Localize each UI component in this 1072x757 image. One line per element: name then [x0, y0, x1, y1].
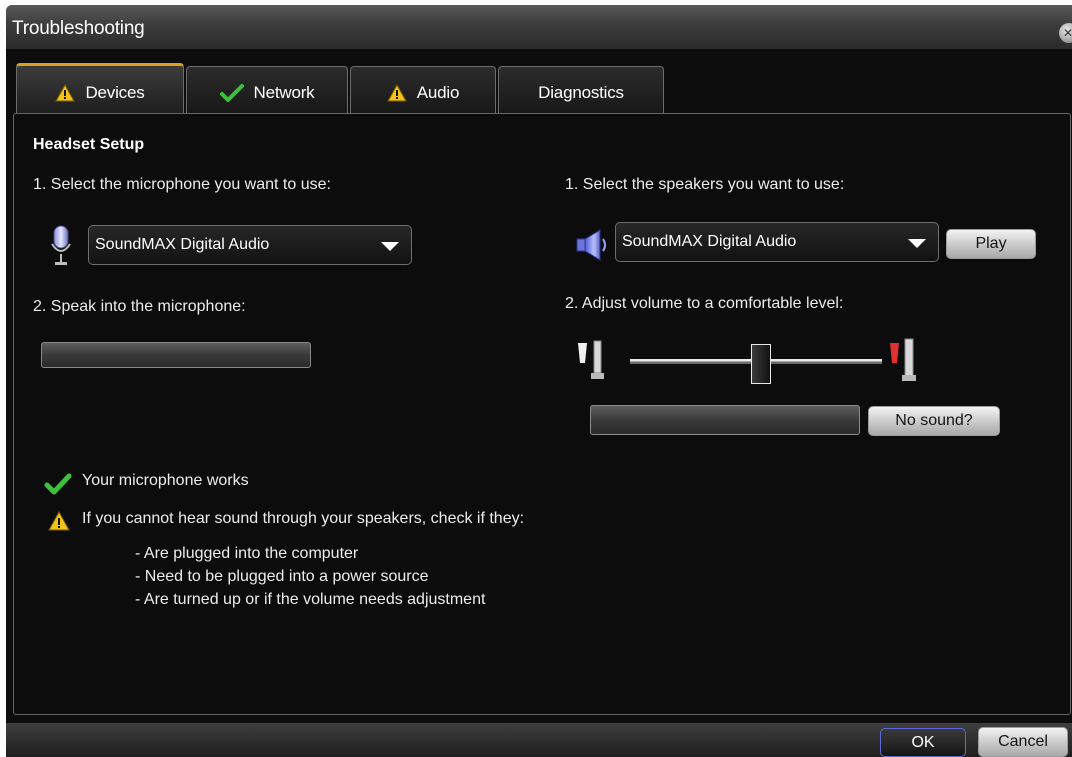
volume-low-icon [578, 340, 604, 379]
tab-audio[interactable]: Audio [350, 66, 496, 118]
speak-into-mic-label: 2. Speak into the microphone: [33, 298, 246, 315]
microphone-dropdown[interactable]: SoundMAX Digital Audio [88, 225, 412, 265]
speakers-selected-value: SoundMAX Digital Audio [622, 233, 797, 250]
tab-label: Network [253, 82, 315, 102]
checklist-item: - Need to be plugged into a power source [135, 568, 429, 585]
troubleshoot-checklist: - Are plugged into the computer - Need t… [135, 542, 485, 611]
checklist-item: - Are turned up or if the volume needs a… [135, 591, 486, 608]
speakers-dropdown[interactable]: SoundMAX Digital Audio [615, 222, 939, 262]
warning-icon [55, 83, 76, 101]
section-title: Headset Setup [33, 136, 145, 153]
title-bar[interactable]: Troubleshooting ✕ [6, 5, 1072, 49]
microphone-works-message: Your microphone works [82, 472, 249, 489]
ok-button[interactable]: OK [880, 728, 966, 757]
tab-label: Devices [85, 82, 145, 102]
tab-label: Diagnostics [538, 82, 624, 102]
speaker-warning-message: If you cannot hear sound through your sp… [82, 510, 525, 527]
chevron-down-icon [381, 242, 399, 251]
warning-icon [386, 83, 407, 101]
warning-icon [48, 511, 70, 531]
close-icon[interactable]: ✕ [1059, 23, 1072, 43]
volume-label: 2. Adjust volume to a comfortable level: [565, 295, 844, 312]
tab-network[interactable]: Network [186, 66, 348, 118]
checklist-item: - Are plugged into the computer [135, 545, 359, 562]
speaker-icon [576, 229, 606, 261]
speakers-select-label: 1. Select the speakers you want to use: [565, 176, 845, 193]
chevron-down-icon [908, 239, 926, 248]
play-button[interactable]: Play [946, 229, 1036, 259]
check-icon [219, 83, 244, 102]
tab-devices[interactable]: Devices [16, 63, 184, 119]
cancel-button[interactable]: Cancel [978, 727, 1068, 757]
check-icon [44, 473, 72, 495]
no-sound-button[interactable]: No sound? [868, 406, 1000, 436]
speaker-output-meter [590, 405, 860, 435]
tab-label: Audio [416, 82, 460, 102]
microphone-level-meter [41, 342, 311, 368]
tab-diagnostics[interactable]: Diagnostics [498, 66, 664, 118]
microphone-select-label: 1. Select the microphone you want to use… [33, 176, 331, 193]
window-title: Troubleshooting [12, 18, 145, 39]
volume-high-icon [890, 338, 916, 381]
troubleshooting-window: Troubleshooting ✕ Devices Network Audio … [6, 5, 1072, 757]
microphone-selected-value: SoundMAX Digital Audio [95, 236, 270, 253]
microphone-icon [51, 225, 71, 265]
volume-slider-thumb[interactable] [750, 344, 771, 384]
